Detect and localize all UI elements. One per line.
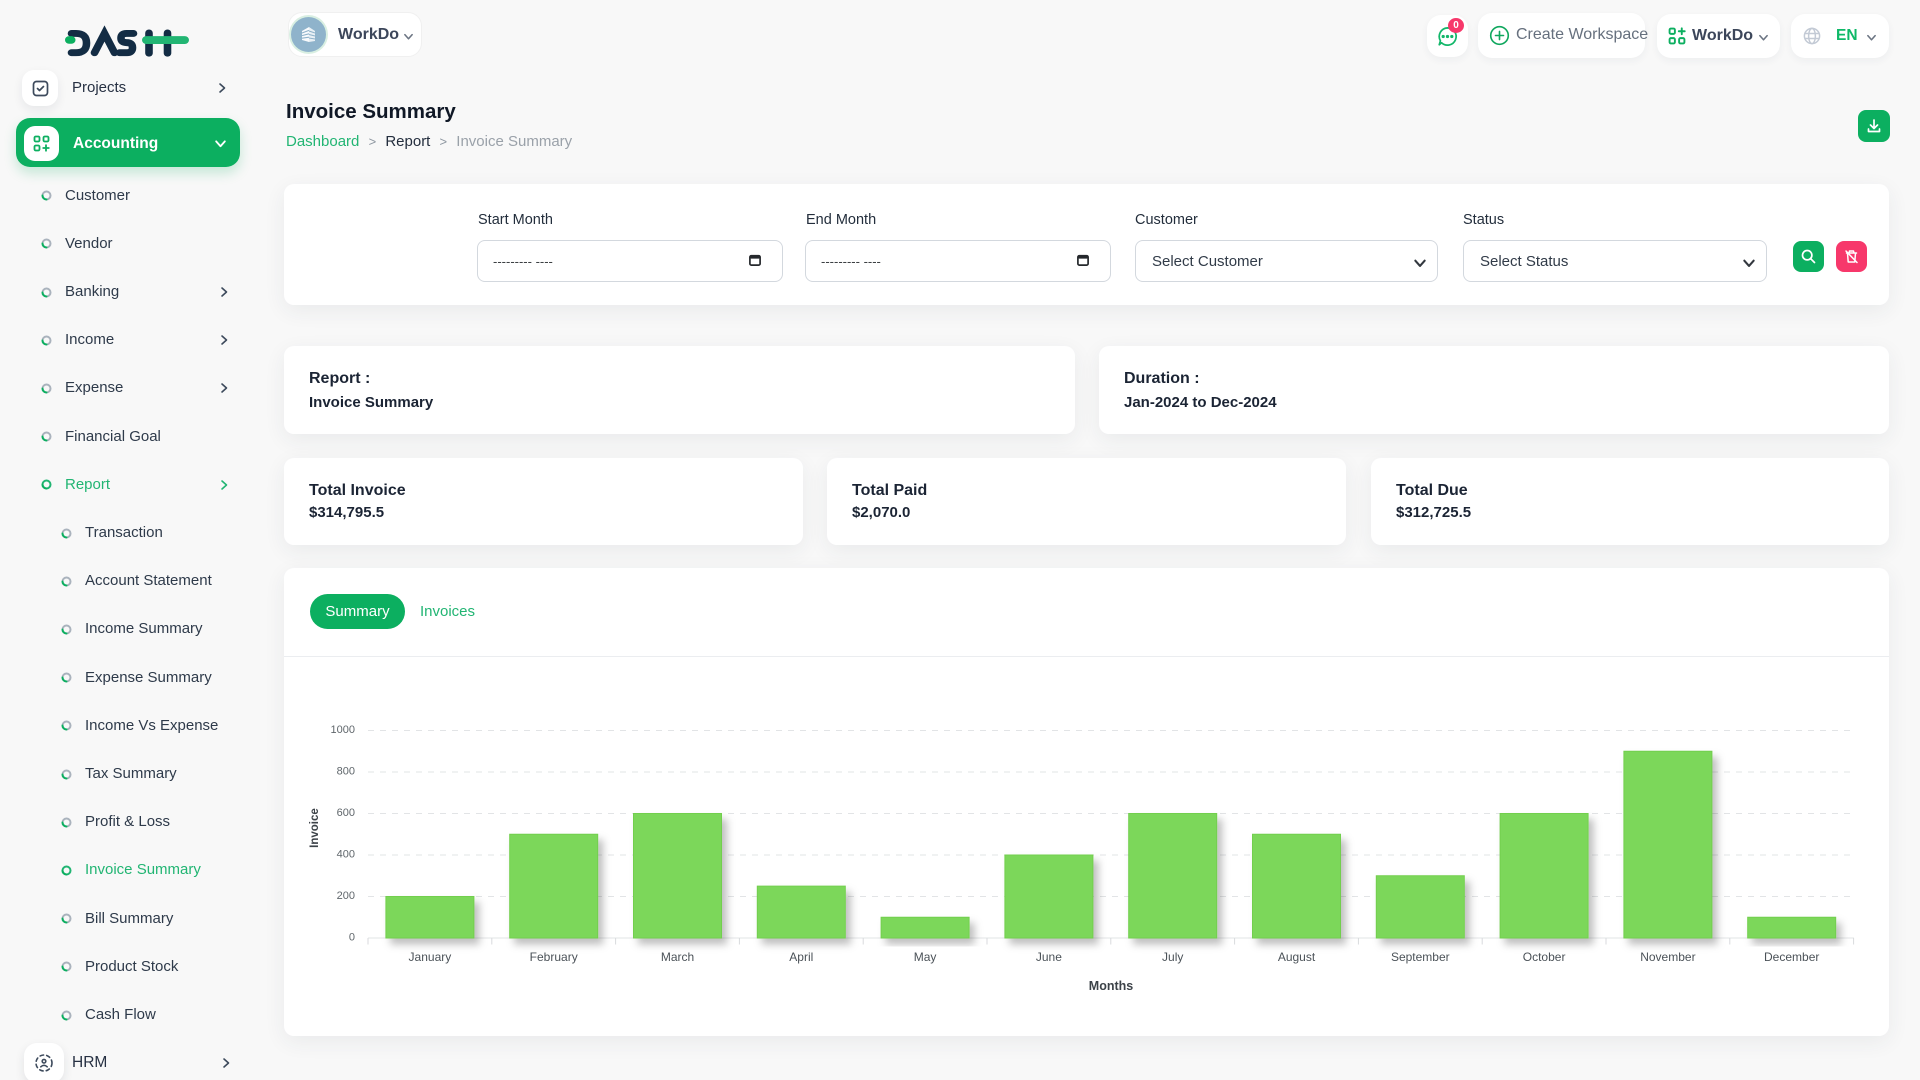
svg-text:October: October — [1523, 950, 1566, 964]
svg-text:June: June — [1036, 950, 1062, 964]
svg-text:Months: Months — [1089, 979, 1133, 993]
svg-text:April: April — [789, 950, 813, 964]
svg-text:March: March — [661, 950, 694, 964]
svg-text:August: August — [1278, 950, 1316, 964]
svg-text:1000: 1000 — [331, 724, 355, 736]
svg-text:May: May — [914, 950, 937, 964]
svg-text:September: September — [1391, 950, 1450, 964]
svg-text:December: December — [1764, 950, 1819, 964]
svg-text:200: 200 — [337, 890, 355, 902]
svg-text:November: November — [1640, 950, 1695, 964]
svg-text:800: 800 — [337, 766, 355, 778]
svg-text:January: January — [409, 950, 452, 964]
svg-text:400: 400 — [337, 849, 355, 861]
svg-text:0: 0 — [349, 932, 355, 944]
svg-text:July: July — [1162, 950, 1183, 964]
svg-text:600: 600 — [337, 807, 355, 819]
svg-text:Invoice: Invoice — [309, 808, 321, 848]
svg-text:February: February — [530, 950, 578, 964]
